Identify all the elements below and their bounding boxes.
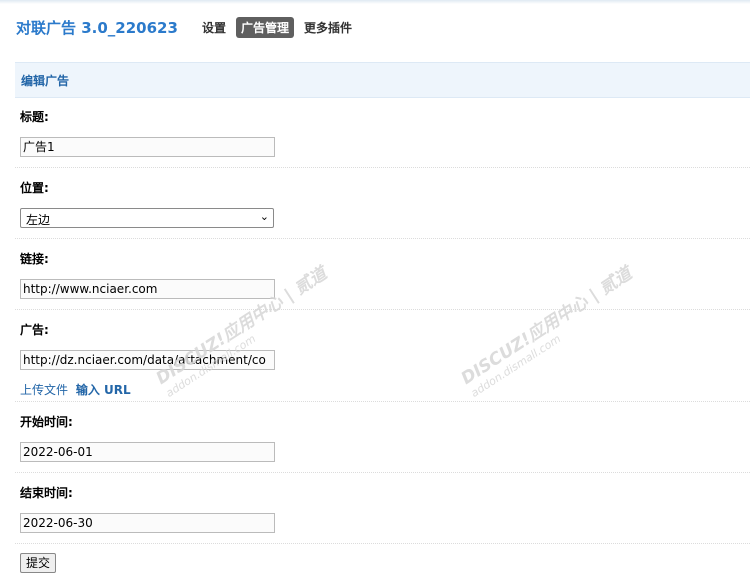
ad-label: 广告:: [20, 323, 49, 337]
title-input[interactable]: [20, 137, 275, 157]
ad-source-links: 上传文件 输入 URL: [20, 381, 131, 398]
tab-more-plugins[interactable]: 更多插件: [304, 19, 352, 36]
section-title: 编辑广告: [21, 74, 70, 88]
input-url-link[interactable]: 输入 URL: [76, 383, 131, 397]
top-gradient: [0, 0, 750, 4]
start-time-row: 开始时间:: [15, 401, 750, 473]
plugin-title: 对联广告 3.0_220623: [16, 19, 178, 37]
position-select[interactable]: 左边 ⌄: [20, 208, 274, 228]
chevron-down-icon: ⌄: [259, 210, 269, 223]
position-label: 位置:: [20, 181, 49, 195]
plugin-header: 对联广告 3.0_220623 设置 广告管理 更多插件: [0, 14, 750, 42]
end-time-input[interactable]: [20, 513, 275, 533]
title-label: 标题:: [20, 110, 49, 124]
section-header: 编辑广告: [15, 62, 750, 98]
end-time-label: 结束时间:: [20, 486, 73, 500]
link-input[interactable]: [20, 279, 275, 299]
plugin-tabs: 设置 广告管理 更多插件: [202, 17, 362, 38]
start-time-input[interactable]: [20, 442, 275, 462]
tab-settings[interactable]: 设置: [202, 19, 226, 36]
ad-row: 广告: 上传文件 输入 URL: [15, 309, 750, 402]
submit-button[interactable]: 提交: [20, 553, 56, 573]
link-row: 链接:: [15, 238, 750, 310]
position-row: 位置: 左边 ⌄: [15, 167, 750, 239]
start-time-label: 开始时间:: [20, 415, 73, 429]
link-label: 链接:: [20, 252, 49, 266]
upload-file-link[interactable]: 上传文件: [20, 383, 68, 397]
tab-ad-management[interactable]: 广告管理: [236, 17, 295, 38]
title-row: 标题:: [15, 97, 750, 168]
position-select-value: 左边: [26, 213, 51, 227]
end-time-row: 结束时间:: [15, 472, 750, 544]
